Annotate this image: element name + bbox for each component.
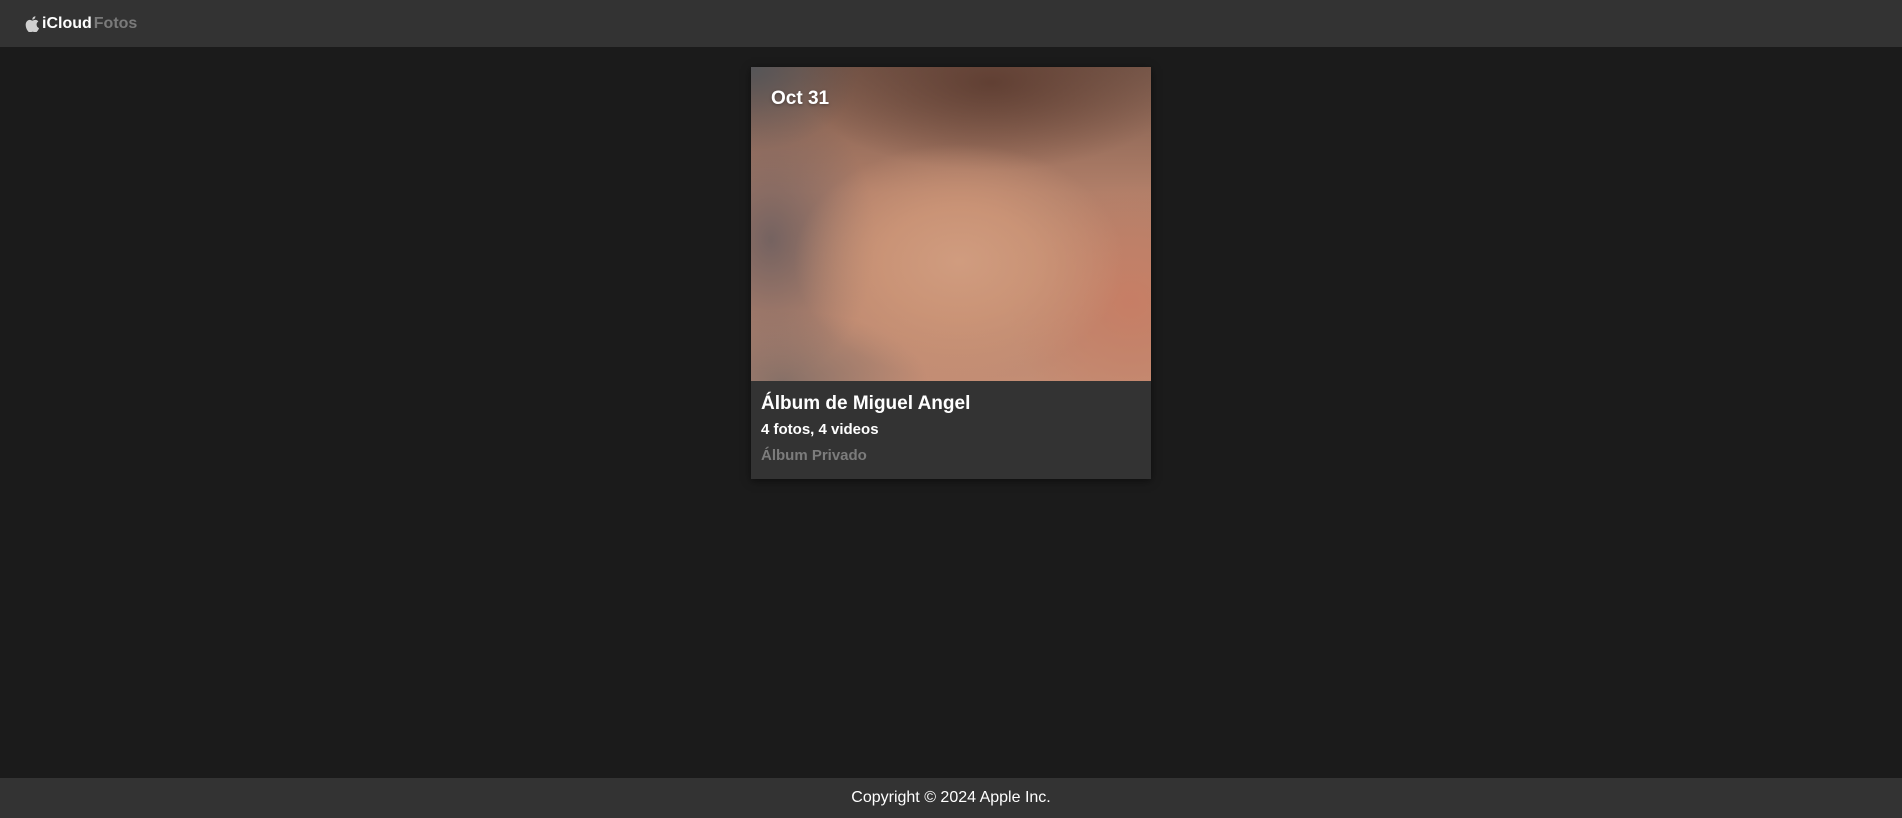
brand-fotos-text: Fotos xyxy=(93,14,138,32)
footer: Copyright © 2024 Apple Inc. xyxy=(0,778,1902,818)
brand-logo[interactable]: iCloud Fotos xyxy=(25,14,137,34)
apple-icon xyxy=(25,15,39,32)
brand-icloud-text: iCloud xyxy=(42,14,92,32)
album-info: Álbum de Miguel Angel 4 fotos, 4 videos … xyxy=(751,381,1151,466)
copyright-text: Copyright © 2024 Apple Inc. xyxy=(851,789,1051,806)
album-count: 4 fotos, 4 videos xyxy=(761,421,879,438)
cover-date-label: Oct 31 xyxy=(771,88,830,109)
cover-blur xyxy=(751,67,1151,381)
album-title: Álbum de Miguel Angel xyxy=(761,393,971,414)
top-bar: iCloud Fotos xyxy=(0,0,1902,47)
album-cover-image[interactable]: Oct 31 xyxy=(751,67,1151,381)
album-privacy-label: Álbum Privado xyxy=(761,447,867,464)
album-card[interactable]: Oct 31 Álbum de Miguel Angel 4 fotos, 4 … xyxy=(751,67,1151,479)
